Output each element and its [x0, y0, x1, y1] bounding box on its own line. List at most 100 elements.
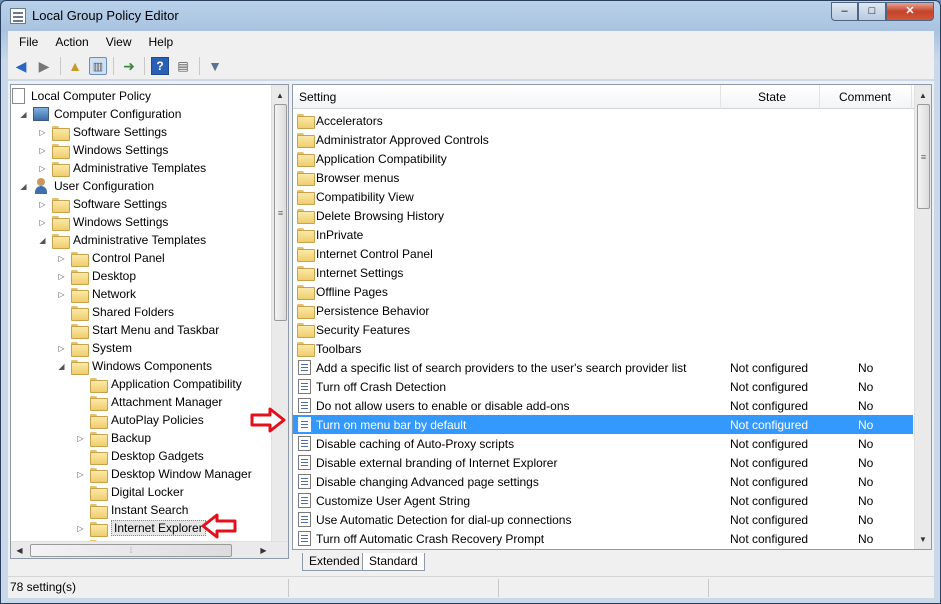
scroll-thumb[interactable]: ≡: [917, 104, 930, 209]
tree-item[interactable]: ▷ Control Panel: [57, 249, 165, 267]
forward-icon[interactable]: ▶: [35, 57, 53, 75]
tree-vertical-scrollbar[interactable]: ▲ ≡: [271, 85, 288, 541]
collapsed-arrow-icon[interactable]: ▷: [38, 200, 47, 209]
tree-item[interactable]: Application Compatibility: [76, 375, 242, 393]
list-setting-row[interactable]: Disable external branding of Internet Ex…: [293, 453, 913, 472]
tree-item[interactable]: AutoPlay Policies: [76, 411, 204, 429]
minimize-button[interactable]: –: [831, 2, 858, 21]
close-button[interactable]: ✕: [886, 2, 934, 21]
scroll-down-arrow-icon[interactable]: ▼: [915, 531, 931, 548]
column-header-setting[interactable]: Setting: [293, 85, 721, 109]
list-folder-row[interactable]: Administrator Approved Controls: [293, 130, 913, 149]
scroll-thumb[interactable]: ≡: [274, 104, 287, 321]
back-icon[interactable]: ◀: [12, 57, 30, 75]
tree-item[interactable]: Local Computer Policy: [11, 87, 151, 105]
list-folder-row[interactable]: InPrivate: [293, 225, 913, 244]
tree-item[interactable]: ▷ Network: [57, 285, 136, 303]
column-header-comment[interactable]: Comment: [820, 85, 912, 109]
tree-item[interactable]: ◢ User Configuration: [19, 177, 154, 195]
tree-item[interactable]: ◢ Windows Components: [57, 357, 212, 375]
list-setting-row[interactable]: Do not allow users to enable or disable …: [293, 396, 913, 415]
list-setting-row[interactable]: Turn on menu bar by default Not configure…: [293, 415, 913, 434]
list-folder-row[interactable]: Internet Control Panel: [293, 244, 913, 263]
menu-help[interactable]: Help: [143, 35, 180, 49]
tree-item[interactable]: ▷ Administrative Templates: [38, 159, 206, 177]
menu-file[interactable]: File: [13, 35, 44, 49]
tree-item[interactable]: Desktop Gadgets: [76, 447, 204, 465]
tree-item[interactable]: Shared Folders: [57, 303, 174, 321]
list-folder-row[interactable]: Offline Pages: [293, 282, 913, 301]
tree-item[interactable]: Instant Search: [76, 501, 188, 519]
help-icon[interactable]: ?: [151, 57, 169, 75]
expanded-arrow-icon[interactable]: ◢: [19, 182, 28, 191]
tree-horizontal-scrollbar[interactable]: ◀ ⦙ ▶: [11, 541, 288, 558]
collapsed-arrow-icon[interactable]: ▷: [57, 290, 66, 299]
tree-item[interactable]: ◢ Administrative Templates: [38, 231, 206, 249]
tree-item[interactable]: ▷ Backup: [76, 429, 151, 447]
scroll-right-arrow-icon[interactable]: ▶: [255, 542, 272, 558]
list-setting-row[interactable]: Turn off Crash Detection Not configured No: [293, 377, 913, 396]
list-folder-row[interactable]: Toolbars: [293, 339, 913, 358]
list-setting-row[interactable]: Disable changing Advanced page settings N…: [293, 472, 913, 491]
folder-icon: [52, 233, 70, 249]
collapsed-arrow-icon[interactable]: ▷: [38, 128, 47, 137]
collapsed-arrow-icon[interactable]: ▷: [38, 218, 47, 227]
list-setting-row[interactable]: Use Automatic Detection for dial-up conn…: [293, 510, 913, 529]
collapsed-arrow-icon[interactable]: ▷: [38, 146, 47, 155]
tree-item[interactable]: ▷ Windows Settings: [38, 213, 168, 231]
list-setting-row[interactable]: Turn off Automatic Crash Recovery Prompt…: [293, 529, 913, 548]
tree-item[interactable]: ▷ Software Settings: [38, 195, 167, 213]
list-setting-row[interactable]: Customize User Agent String Not configure…: [293, 491, 913, 510]
export-list-icon[interactable]: ➜: [120, 57, 138, 75]
setting-name: Add a specific list of search providers …: [316, 360, 687, 375]
up-folder-icon[interactable]: ▲: [66, 57, 84, 75]
list-vertical-scrollbar[interactable]: ▲ ≡ ▼: [914, 85, 931, 549]
tree-item[interactable]: ▷ Windows Settings: [38, 141, 168, 159]
show-hide-tree-icon[interactable]: ▥: [89, 57, 107, 75]
title-bar[interactable]: Local Group Policy Editor – □ ✕: [1, 1, 940, 31]
list-setting-row[interactable]: Add a specific list of search providers …: [293, 358, 913, 377]
tree-item[interactable]: ▷ Internet Explorer: [76, 519, 206, 537]
collapsed-arrow-icon[interactable]: ▷: [76, 434, 85, 443]
collapsed-arrow-icon[interactable]: ▷: [57, 344, 66, 353]
column-header-state[interactable]: State: [721, 85, 820, 109]
tree-item[interactable]: ▷ Desktop Window Manager: [76, 465, 252, 483]
collapsed-arrow-icon[interactable]: ▷: [38, 164, 47, 173]
list-folder-row[interactable]: Internet Settings: [293, 263, 913, 282]
scroll-up-arrow-icon[interactable]: ▲: [272, 87, 288, 104]
list-folder-row[interactable]: Delete Browsing History: [293, 206, 913, 225]
list-folder-row[interactable]: Security Features: [293, 320, 913, 339]
list-folder-row[interactable]: Browser menus: [293, 168, 913, 187]
list-folder-row[interactable]: Application Compatibility: [293, 149, 913, 168]
collapsed-arrow-icon[interactable]: ▷: [57, 272, 66, 281]
scroll-thumb[interactable]: ⦙: [30, 544, 232, 557]
scroll-left-arrow-icon[interactable]: ◀: [11, 542, 28, 558]
tree-item[interactable]: Start Menu and Taskbar: [57, 321, 219, 339]
list-setting-row[interactable]: Disable caching of Auto-Proxy scripts Not…: [293, 434, 913, 453]
expanded-arrow-icon[interactable]: ◢: [19, 110, 28, 119]
tab-standard[interactable]: Standard: [362, 553, 425, 571]
scroll-up-arrow-icon[interactable]: ▲: [915, 87, 931, 104]
filter-icon[interactable]: ▼: [206, 57, 224, 75]
folder-icon: [90, 521, 108, 537]
list-folder-row[interactable]: Persistence Behavior: [293, 301, 913, 320]
expanded-arrow-icon[interactable]: ◢: [57, 362, 66, 371]
tree-item[interactable]: Attachment Manager: [76, 393, 222, 411]
collapsed-arrow-icon[interactable]: ▷: [76, 470, 85, 479]
tree-item[interactable]: Digital Locker: [76, 483, 184, 501]
properties-icon[interactable]: ▤: [174, 57, 192, 75]
menu-view[interactable]: View: [100, 35, 138, 49]
tree-item[interactable]: ◢ Computer Configuration: [19, 105, 181, 123]
menu-action[interactable]: Action: [49, 35, 94, 49]
expanded-arrow-icon[interactable]: ◢: [38, 236, 47, 245]
tree-item[interactable]: ▷ Software Settings: [38, 123, 167, 141]
tree-item[interactable]: ▷ Desktop: [57, 267, 136, 285]
collapsed-arrow-icon[interactable]: ▷: [76, 524, 85, 533]
policy-setting-icon: [298, 379, 311, 394]
tree-item[interactable]: ▷ System: [57, 339, 132, 357]
list-folder-row[interactable]: Accelerators: [293, 111, 913, 130]
maximize-button[interactable]: □: [858, 2, 886, 21]
tab-extended[interactable]: Extended: [302, 553, 367, 571]
collapsed-arrow-icon[interactable]: ▷: [57, 254, 66, 263]
list-folder-row[interactable]: Compatibility View: [293, 187, 913, 206]
